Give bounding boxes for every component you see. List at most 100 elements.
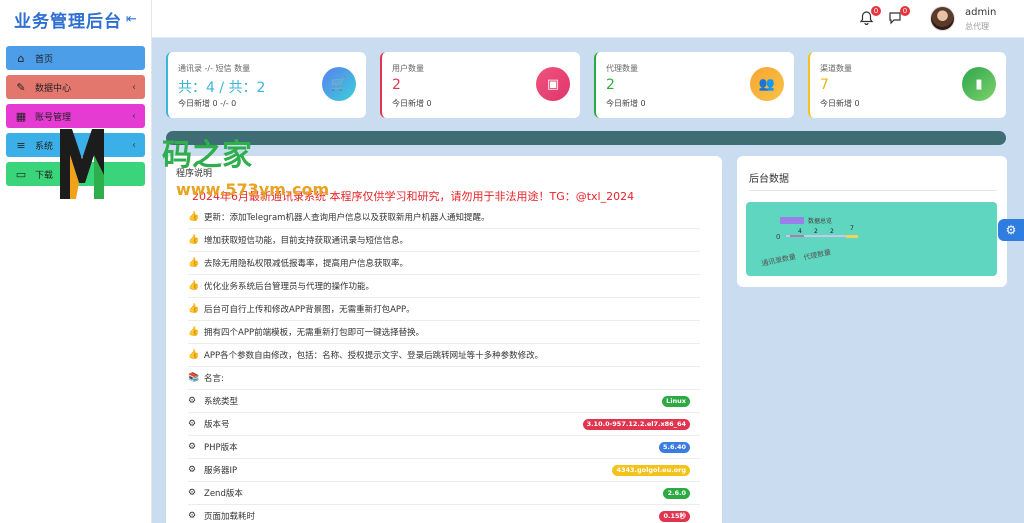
feature-text: 拥有四个APP前端模板，无需重新打包即可一键选择替换。 bbox=[204, 328, 425, 338]
bar-chart-icon: ▮ bbox=[962, 67, 996, 101]
sidebar-item-3[interactable]: ▦ 账号管理 ‹ bbox=[6, 104, 145, 128]
system-info-row: ⚙ 服务器IP 4343.golgol.eu.org bbox=[188, 459, 700, 482]
chevron-left-icon: ‹ bbox=[132, 139, 136, 151]
system-info-label: 服务器IP bbox=[204, 466, 238, 476]
feature-text: 去除无用隐私权限减低报毒率，提高用户信息获取率。 bbox=[204, 259, 409, 269]
chevron-left-icon: ‹ bbox=[132, 110, 136, 122]
feature-row: 👍 APP各个参数自由修改，包括：名称、授权提示文字、登录后跳转网址等十多种参数修… bbox=[188, 344, 700, 367]
system-info-label: Zend版本 bbox=[204, 489, 243, 499]
feature-text: 增加获取短信功能，目前支持获取通讯录与短信信息。 bbox=[204, 236, 409, 246]
notification-badge: 0 bbox=[871, 6, 881, 16]
stat-value: 2 bbox=[606, 77, 615, 93]
sidebar-item-1[interactable]: ⌂ 首页 bbox=[6, 46, 145, 70]
cog-icon: ⚙ bbox=[188, 442, 197, 452]
axis-zero-label: 0 bbox=[776, 233, 780, 241]
thumbs-up-icon: 👍 bbox=[188, 258, 200, 268]
user-name[interactable]: admin bbox=[965, 7, 996, 18]
thumbs-up-icon: 👍 bbox=[188, 350, 200, 360]
quote-label: 名言: bbox=[204, 374, 224, 384]
feature-row: 👍 优化业务系统后台管理员与代理的操作功能。 bbox=[188, 275, 700, 298]
system-info-label: 版本号 bbox=[204, 420, 230, 430]
stat-value: 7 bbox=[820, 77, 829, 93]
folder-icon: ▭ bbox=[15, 167, 27, 181]
brand: 业务管理后台 ⇤ bbox=[0, 0, 151, 38]
data-label: 4 bbox=[798, 228, 802, 235]
feature-text: 更新：添加Telegram机器人查询用户信息以及获取新用户机器人通知提醒。 bbox=[204, 213, 490, 223]
system-info-label: 页面加载耗时 bbox=[204, 512, 256, 522]
cog-icon: ⚙ bbox=[188, 465, 197, 475]
stat-card: 用户数量 2 今日新增 0 ▣ bbox=[380, 52, 580, 118]
stat-today: 今日新增 0 bbox=[392, 99, 432, 108]
system-info-row: ⚙ 版本号 3.10.0-957.12.2.el7.x86_64 bbox=[188, 413, 700, 436]
sidebar-item-label: 下载 bbox=[35, 170, 54, 181]
sidebar-menu: ⌂ 首页 ✎ 数据中心 ‹ ▦ 账号管理 ‹ ≡ 系统 ‹ ▭ 下载 bbox=[0, 38, 151, 186]
system-info-row: ⚙ Zend版本 2.6.0 bbox=[188, 482, 700, 505]
panel-title: 程序说明 bbox=[176, 169, 213, 179]
legend-swatch bbox=[780, 217, 804, 224]
topbar: 0 0 admin 总代理 bbox=[152, 0, 1024, 38]
cog-icon: ⚙ bbox=[188, 511, 197, 521]
sidebar-item-label: 首页 bbox=[35, 54, 54, 65]
system-info-label: 系统类型 bbox=[204, 397, 239, 407]
category-label: 通讯录数量 bbox=[761, 252, 797, 268]
sidebar-item-5[interactable]: ▭ 下载 bbox=[6, 162, 145, 186]
progress-divider bbox=[166, 131, 1006, 145]
stat-today: 今日新增 0 bbox=[820, 99, 860, 108]
chevron-left-icon: ‹ bbox=[132, 81, 136, 93]
system-info-row: ⚙ 页面加载耗时 0.15秒 bbox=[188, 505, 700, 523]
grid-icon: ▦ bbox=[15, 109, 27, 123]
user-role: 总代理 bbox=[965, 22, 989, 31]
feature-text: APP各个参数自由修改，包括：名称、授权提示文字、登录后跳转网址等十多种参数修改… bbox=[204, 351, 544, 361]
thumbs-up-icon: 👍 bbox=[188, 212, 200, 222]
chat-icon[interactable]: 0 bbox=[888, 6, 910, 29]
backend-panel: 后台数据 数据总览 0 4 2 2 7 通讯录数量 代理数量 bbox=[737, 156, 1007, 287]
program-panel: 程序说明 2024年6月最新通讯录系统 本程序仅供学习和研究，请勿用于非法用途！… bbox=[166, 156, 722, 523]
stat-card: 代理数量 2 今日新增 0 👥 bbox=[594, 52, 794, 118]
wallet-icon: ▣ bbox=[536, 67, 570, 101]
system-info-badge: 5.6.40 bbox=[658, 441, 690, 453]
feature-text: 后台可自行上传和修改APP背景图，无需重新打包APP。 bbox=[204, 305, 415, 315]
thumbs-up-icon: 👍 bbox=[188, 235, 200, 245]
system-info-badge: Linux bbox=[662, 395, 690, 407]
stat-today: 今日新增 0 -/- 0 bbox=[178, 99, 237, 108]
feature-row: 👍 拥有四个APP前端模板，无需重新打包即可一键选择替换。 bbox=[188, 321, 700, 344]
cog-icon: ⚙ bbox=[188, 396, 197, 406]
sidebar-item-4[interactable]: ≡ 系统 ‹ bbox=[6, 133, 145, 157]
system-info-row: ⚙ 系统类型 Linux bbox=[188, 390, 700, 413]
cart-icon: 🛒 bbox=[322, 67, 356, 101]
backend-chart: 数据总览 0 4 2 2 7 通讯录数量 代理数量 bbox=[746, 202, 997, 276]
feature-text: 优化业务系统后台管理员与代理的操作功能。 bbox=[204, 282, 375, 292]
feature-row: 👍 增加获取短信功能，目前支持获取通讯录与短信信息。 bbox=[188, 229, 700, 252]
stat-title: 代理数量 bbox=[606, 64, 638, 73]
home-icon: ⌂ bbox=[17, 51, 25, 65]
message-badge: 0 bbox=[900, 6, 910, 16]
thumbs-up-icon: 👍 bbox=[188, 281, 200, 291]
sidebar-item-2[interactable]: ✎ 数据中心 ‹ bbox=[6, 75, 145, 99]
edit-icon: ✎ bbox=[16, 80, 26, 94]
chart-svg: 数据总览 0 4 2 2 7 通讯录数量 代理数量 bbox=[761, 217, 858, 268]
system-info-badge: 0.15秒 bbox=[659, 510, 690, 522]
bell-icon[interactable]: 0 bbox=[859, 6, 881, 29]
sidebar: 业务管理后台 ⇤ ⌂ 首页 ✎ 数据中心 ‹ ▦ 账号管理 ‹ ≡ 系统 ‹ ▭ 下载 bbox=[0, 0, 152, 523]
feature-row: 👍 更新：添加Telegram机器人查询用户信息以及获取新用户机器人通知提醒。 bbox=[188, 206, 700, 229]
list-icon: ≡ bbox=[16, 138, 26, 152]
system-info-row: ⚙ PHP版本 5.6.40 bbox=[188, 436, 700, 459]
stat-title: 用户数量 bbox=[392, 64, 424, 73]
avatar[interactable] bbox=[930, 6, 955, 31]
system-info-badge: 2.6.0 bbox=[663, 487, 690, 499]
collapse-left-icon[interactable]: ⇤ bbox=[126, 12, 138, 27]
sidebar-item-label: 系统 bbox=[35, 141, 54, 152]
data-label: 2 bbox=[830, 228, 834, 235]
cog-icon: ⚙ bbox=[188, 419, 197, 429]
thumbs-up-icon: 👍 bbox=[188, 304, 200, 314]
quote-icon: 📚 bbox=[188, 373, 200, 383]
gear-icon[interactable]: ⚙ bbox=[998, 219, 1024, 241]
thumbs-up-icon: 👍 bbox=[188, 327, 200, 337]
cog-icon: ⚙ bbox=[188, 488, 197, 498]
app-title: 业务管理后台 bbox=[14, 11, 122, 32]
system-info-badge: 4343.golgol.eu.org bbox=[612, 464, 690, 476]
bar-mark bbox=[790, 235, 804, 237]
stat-card: 渠道数量 7 今日新增 0 ▮ bbox=[808, 52, 1006, 118]
data-label: 7 bbox=[850, 225, 854, 232]
bar-mark bbox=[846, 235, 858, 238]
